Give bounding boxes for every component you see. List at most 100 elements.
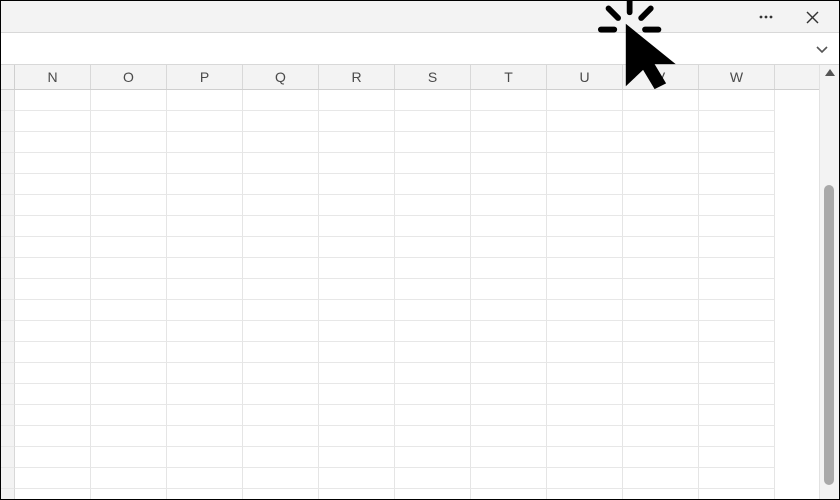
cell[interactable]: [243, 258, 319, 279]
cell[interactable]: [699, 174, 775, 195]
cell[interactable]: [699, 489, 775, 499]
cell[interactable]: [167, 216, 243, 237]
cell[interactable]: [243, 132, 319, 153]
cell[interactable]: [547, 279, 623, 300]
cell[interactable]: [243, 153, 319, 174]
scroll-up-button[interactable]: [820, 67, 839, 77]
cell[interactable]: [471, 237, 547, 258]
cell[interactable]: [471, 90, 547, 111]
cell[interactable]: [471, 153, 547, 174]
cell[interactable]: [623, 342, 699, 363]
column-header[interactable]: S: [395, 65, 471, 89]
cell[interactable]: [623, 174, 699, 195]
cell[interactable]: [547, 363, 623, 384]
formula-expand-button[interactable]: [811, 33, 833, 65]
cell[interactable]: [91, 111, 167, 132]
cell[interactable]: [319, 153, 395, 174]
cell[interactable]: [243, 300, 319, 321]
spreadsheet-grid[interactable]: NOPQRSTUVW: [1, 65, 819, 499]
cell[interactable]: [395, 258, 471, 279]
cell[interactable]: [167, 300, 243, 321]
cell[interactable]: [319, 363, 395, 384]
cell[interactable]: [395, 342, 471, 363]
cell[interactable]: [395, 174, 471, 195]
cell[interactable]: [167, 363, 243, 384]
cell[interactable]: [243, 489, 319, 499]
cell[interactable]: [471, 321, 547, 342]
cell[interactable]: [319, 426, 395, 447]
cell[interactable]: [243, 111, 319, 132]
cell[interactable]: [15, 384, 91, 405]
cell[interactable]: [547, 132, 623, 153]
cell[interactable]: [395, 426, 471, 447]
cell[interactable]: [471, 132, 547, 153]
cell[interactable]: [623, 300, 699, 321]
cell[interactable]: [547, 489, 623, 499]
cell[interactable]: [471, 216, 547, 237]
cell[interactable]: [699, 153, 775, 174]
cell[interactable]: [91, 216, 167, 237]
cell[interactable]: [319, 132, 395, 153]
formula-input[interactable]: [5, 37, 809, 60]
cell[interactable]: [15, 489, 91, 499]
cell[interactable]: [623, 426, 699, 447]
cell[interactable]: [699, 468, 775, 489]
cell[interactable]: [15, 153, 91, 174]
cell[interactable]: [167, 237, 243, 258]
cell[interactable]: [15, 426, 91, 447]
row-header[interactable]: [1, 468, 15, 489]
cell[interactable]: [319, 300, 395, 321]
cell[interactable]: [547, 384, 623, 405]
cell[interactable]: [395, 195, 471, 216]
cell[interactable]: [547, 258, 623, 279]
cell[interactable]: [547, 216, 623, 237]
cell[interactable]: [395, 90, 471, 111]
select-all-corner[interactable]: [1, 65, 15, 89]
cell[interactable]: [91, 363, 167, 384]
cell[interactable]: [15, 405, 91, 426]
cell[interactable]: [167, 384, 243, 405]
cell[interactable]: [319, 279, 395, 300]
cell[interactable]: [243, 363, 319, 384]
cell[interactable]: [319, 321, 395, 342]
cell[interactable]: [319, 195, 395, 216]
row-header[interactable]: [1, 489, 15, 499]
cell[interactable]: [243, 237, 319, 258]
cell[interactable]: [91, 405, 167, 426]
row-header[interactable]: [1, 237, 15, 258]
cell[interactable]: [547, 405, 623, 426]
cell[interactable]: [167, 321, 243, 342]
cell[interactable]: [243, 279, 319, 300]
cell[interactable]: [15, 216, 91, 237]
cell[interactable]: [167, 342, 243, 363]
cell[interactable]: [15, 447, 91, 468]
cell[interactable]: [243, 90, 319, 111]
cell[interactable]: [623, 132, 699, 153]
cell[interactable]: [395, 237, 471, 258]
cell[interactable]: [623, 90, 699, 111]
cell[interactable]: [167, 447, 243, 468]
cell[interactable]: [15, 468, 91, 489]
cell[interactable]: [699, 216, 775, 237]
cell[interactable]: [319, 447, 395, 468]
cell[interactable]: [395, 363, 471, 384]
column-header[interactable]: U: [547, 65, 623, 89]
cell[interactable]: [91, 132, 167, 153]
cell[interactable]: [91, 321, 167, 342]
cell[interactable]: [243, 405, 319, 426]
cell[interactable]: [15, 279, 91, 300]
cell[interactable]: [547, 468, 623, 489]
cell[interactable]: [167, 132, 243, 153]
column-header[interactable]: T: [471, 65, 547, 89]
row-header[interactable]: [1, 90, 15, 111]
column-header[interactable]: O: [91, 65, 167, 89]
cell[interactable]: [395, 321, 471, 342]
cell[interactable]: [91, 174, 167, 195]
cell[interactable]: [547, 195, 623, 216]
cell[interactable]: [243, 447, 319, 468]
cell[interactable]: [167, 405, 243, 426]
row-header[interactable]: [1, 384, 15, 405]
cell[interactable]: [623, 111, 699, 132]
cell[interactable]: [395, 489, 471, 499]
cell[interactable]: [167, 153, 243, 174]
